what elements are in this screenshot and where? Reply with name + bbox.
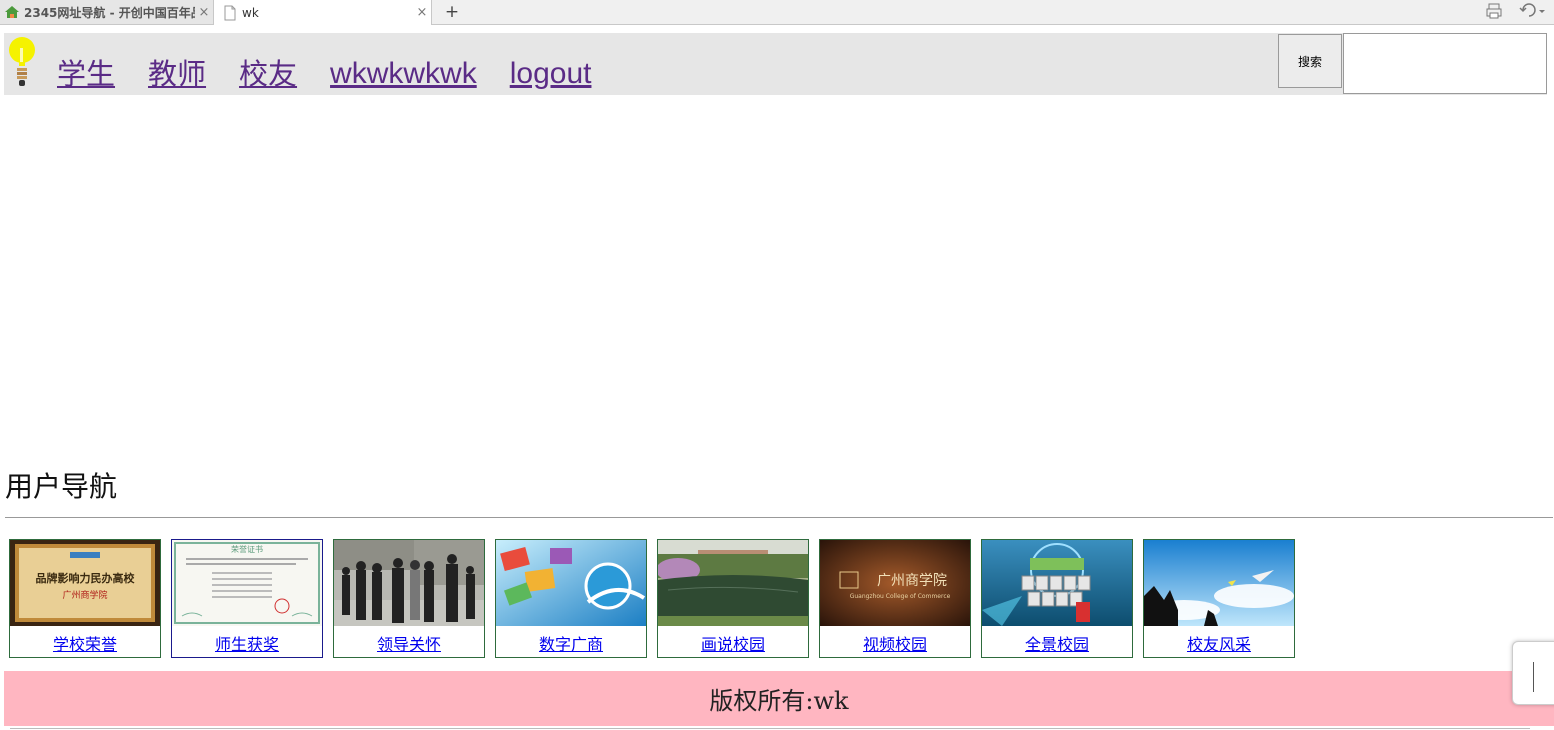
video-campus-title: 广州商学院 <box>877 573 947 589</box>
card-thumbnail <box>334 540 484 626</box>
home-icon <box>5 6 19 18</box>
card-caption[interactable]: 学校荣誉 <box>10 631 160 655</box>
card-thumbnail <box>496 540 646 626</box>
nav-link-students[interactable]: 学生 <box>57 55 115 93</box>
nav-link-teachers[interactable]: 教师 <box>148 55 206 93</box>
card-thumbnail <box>658 540 808 626</box>
card-video-campus[interactable]: 广州商学院 Guangzhou College of Commerce 视频校园 <box>819 539 971 658</box>
side-floating-widget[interactable] <box>1512 641 1554 705</box>
card-caption[interactable]: 领导关怀 <box>334 631 484 655</box>
certificate-title: 荣誉证书 <box>231 544 263 554</box>
print-icon[interactable] <box>1484 2 1504 22</box>
browser-tab-wk[interactable]: wk × <box>214 0 432 25</box>
nav-link-logout[interactable]: logout <box>510 55 592 93</box>
tab-title: wk <box>242 5 259 20</box>
card-digital-campus[interactable]: 数字广商 <box>495 539 647 658</box>
card-panorama-campus[interactable]: 全景校园 <box>981 539 1133 658</box>
undo-icon[interactable] <box>1518 2 1548 22</box>
nav-link-alumni[interactable]: 校友 <box>239 55 297 93</box>
footer-copyright: 版权所有:wk <box>4 671 1554 726</box>
card-caption[interactable]: 画说校园 <box>658 631 808 655</box>
card-campus-pictures[interactable]: 画说校园 <box>657 539 809 658</box>
card-thumbnail: 荣誉证书 <box>172 540 322 626</box>
honor-plaque-subtext: 广州商学院 <box>62 589 107 601</box>
close-icon[interactable]: × <box>413 5 431 20</box>
page-icon <box>224 5 236 20</box>
card-alumni-style[interactable]: 校友风采 <box>1143 539 1295 658</box>
lightbulb-logo-icon <box>9 37 35 86</box>
browser-tab-2345[interactable]: 2345网址导航 - 开创中国百年品牌 × <box>0 0 214 24</box>
search-input[interactable] <box>1343 33 1547 94</box>
card-awards[interactable]: 荣誉证书 师生获奖 <box>171 539 323 658</box>
card-caption[interactable]: 校友风采 <box>1144 631 1294 655</box>
card-caption[interactable]: 数字广商 <box>496 631 646 655</box>
section-title: 用户导航 <box>5 470 118 503</box>
close-icon[interactable]: × <box>195 5 213 20</box>
search-button[interactable]: 搜索 <box>1278 34 1342 88</box>
card-school-honor[interactable]: 品牌影响力民办高校 广州商学院 学校荣誉 <box>9 539 161 658</box>
card-caption[interactable]: 师生获奖 <box>172 631 322 655</box>
nav-link-user[interactable]: wkwkwkwk <box>330 55 477 93</box>
card-thumbnail: 广州商学院 Guangzhou College of Commerce <box>820 540 970 626</box>
footer-divider <box>10 728 1530 729</box>
video-campus-subtitle: Guangzhou College of Commerce <box>850 593 951 600</box>
card-thumbnail <box>982 540 1132 626</box>
nav-links: 学生 教师 校友 wkwkwkwk logout <box>57 55 624 93</box>
card-leadership[interactable]: 领导关怀 <box>333 539 485 658</box>
browser-tab-strip: 2345网址导航 - 开创中国百年品牌 × wk × + <box>0 0 1554 25</box>
tab-title: 2345网址导航 - 开创中国百年品牌 <box>24 5 195 20</box>
card-caption[interactable]: 视频校园 <box>820 631 970 655</box>
honor-plaque-text: 品牌影响力民办高校 <box>36 571 136 585</box>
new-tab-button[interactable]: + <box>440 1 464 23</box>
card-caption[interactable]: 全景校园 <box>982 631 1132 655</box>
card-thumbnail: 品牌影响力民办高校 广州商学院 <box>10 540 160 626</box>
section-divider <box>5 517 1553 518</box>
widget-bar-icon <box>1533 662 1534 692</box>
card-thumbnail <box>1144 540 1294 626</box>
